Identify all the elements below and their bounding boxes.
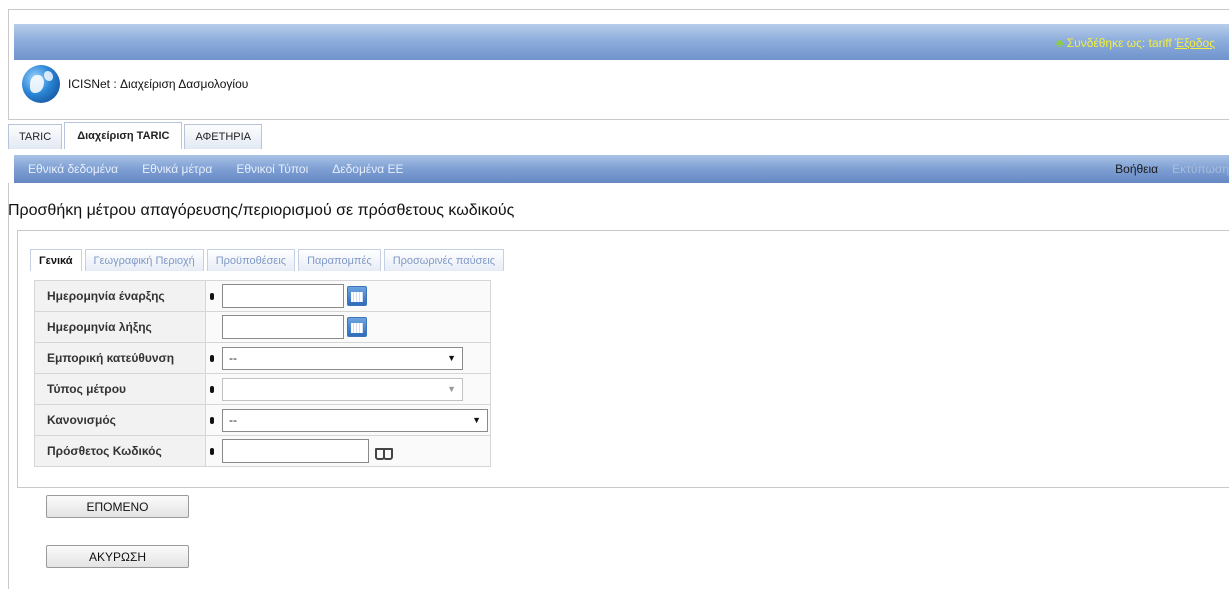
end-date-input[interactable] — [222, 315, 344, 339]
nav-national-types[interactable]: Εθνικοί Τύποι — [236, 162, 308, 176]
required-marker — [210, 354, 214, 362]
required-marker — [210, 416, 214, 424]
tab-taric-management[interactable]: Διαχείριση TARIC — [64, 122, 183, 149]
calendar-icon[interactable] — [347, 317, 367, 337]
trade-direction-select[interactable]: -- ▼ — [222, 346, 463, 370]
chevron-down-icon: ▼ — [447, 353, 456, 363]
row-additional-code: Πρόσθετος Κωδικός — [34, 435, 491, 467]
tab-footnotes[interactable]: Παραπομπές — [298, 249, 381, 271]
tab-geographic-area[interactable]: Γεωγραφική Περιοχή — [84, 249, 204, 271]
measure-type-label: Τύπος μέτρου — [34, 373, 206, 405]
left-divider — [8, 183, 9, 589]
main-tabs: TARIC Διαχείριση TARIC ΑΦΕΤΗΡΙΑ — [8, 122, 263, 149]
additional-code-label: Πρόσθετος Κωδικός — [34, 435, 206, 467]
sub-tabs: Γενικά Γεωγραφική Περιοχή Προϋποθέσεις Π… — [30, 249, 505, 271]
start-date-input[interactable] — [222, 284, 344, 308]
top-bar — [14, 24, 1229, 60]
row-start-date: Ημερομηνία έναρξης — [34, 280, 491, 312]
next-button[interactable]: ΕΠΟΜΕΝΟ — [46, 495, 189, 518]
print-link[interactable]: Εκτύπωση — [1172, 162, 1229, 176]
tab-suspensions[interactable]: Προσωρινές παύσεις — [383, 249, 505, 271]
nav-eu-data[interactable]: Δεδομένα ΕΕ — [332, 162, 403, 176]
help-link[interactable]: Βοήθεια — [1115, 162, 1158, 176]
required-marker — [210, 292, 214, 300]
required-marker — [210, 385, 214, 393]
nav-bar: Εθνικά δεδομένα Εθνικά μέτρα Εθνικοί Τύπ… — [14, 155, 1229, 183]
cancel-button[interactable]: ΑΚΥΡΩΣΗ — [46, 545, 189, 568]
user-icon: ♣ — [1055, 36, 1064, 50]
page-title: Προσθήκη μέτρου απαγόρευσης/περιορισμού … — [8, 202, 515, 219]
regulation-value: -- — [229, 413, 237, 427]
measure-type-select[interactable]: ▼ — [222, 377, 463, 401]
app-title: ICISNet : Διαχείριση Δασμολογίου — [68, 77, 249, 91]
tab-conditions[interactable]: Προϋποθέσεις — [206, 249, 296, 271]
trade-direction-value: -- — [229, 351, 237, 365]
row-trade-direction: Εμπορική κατεύθυνση -- ▼ — [34, 342, 491, 374]
trade-direction-label: Εμπορική κατεύθυνση — [34, 342, 206, 374]
form-table: Ημερομηνία έναρξης Ημερομηνία λήξης Εμπο… — [34, 280, 491, 467]
required-marker — [210, 447, 214, 455]
nav-national-data[interactable]: Εθνικά δεδομένα — [28, 162, 118, 176]
tab-taric[interactable]: TARIC — [8, 124, 63, 149]
chevron-down-icon: ▼ — [472, 415, 481, 425]
nav-right: Βοήθεια Εκτύπωση — [1115, 162, 1229, 176]
logged-in-label: Συνδέθηκε ως: tariff — [1066, 36, 1172, 50]
end-date-label: Ημερομηνία λήξης — [34, 311, 206, 343]
globe-logo-icon — [22, 65, 60, 103]
user-area: ♣ Συνδέθηκε ως: tariff Έξοδος — [1056, 36, 1215, 50]
row-measure-type: Τύπος μέτρου ▼ — [34, 373, 491, 405]
row-end-date: Ημερομηνία λήξης — [34, 311, 491, 343]
nav-national-measures[interactable]: Εθνικά μέτρα — [142, 162, 212, 176]
tab-general[interactable]: Γενικά — [30, 249, 82, 271]
logout-link[interactable]: Έξοδος — [1175, 36, 1215, 50]
regulation-select[interactable]: -- ▼ — [222, 408, 488, 432]
start-date-label: Ημερομηνία έναρξης — [34, 280, 206, 312]
calendar-icon[interactable] — [347, 286, 367, 306]
binoculars-search-icon[interactable] — [375, 444, 393, 460]
regulation-label: Κανονισμός — [34, 404, 206, 436]
additional-code-input[interactable] — [222, 439, 369, 463]
chevron-down-icon: ▼ — [447, 384, 456, 394]
row-regulation: Κανονισμός -- ▼ — [34, 404, 491, 436]
tab-start[interactable]: ΑΦΕΤΗΡΙΑ — [184, 124, 263, 149]
